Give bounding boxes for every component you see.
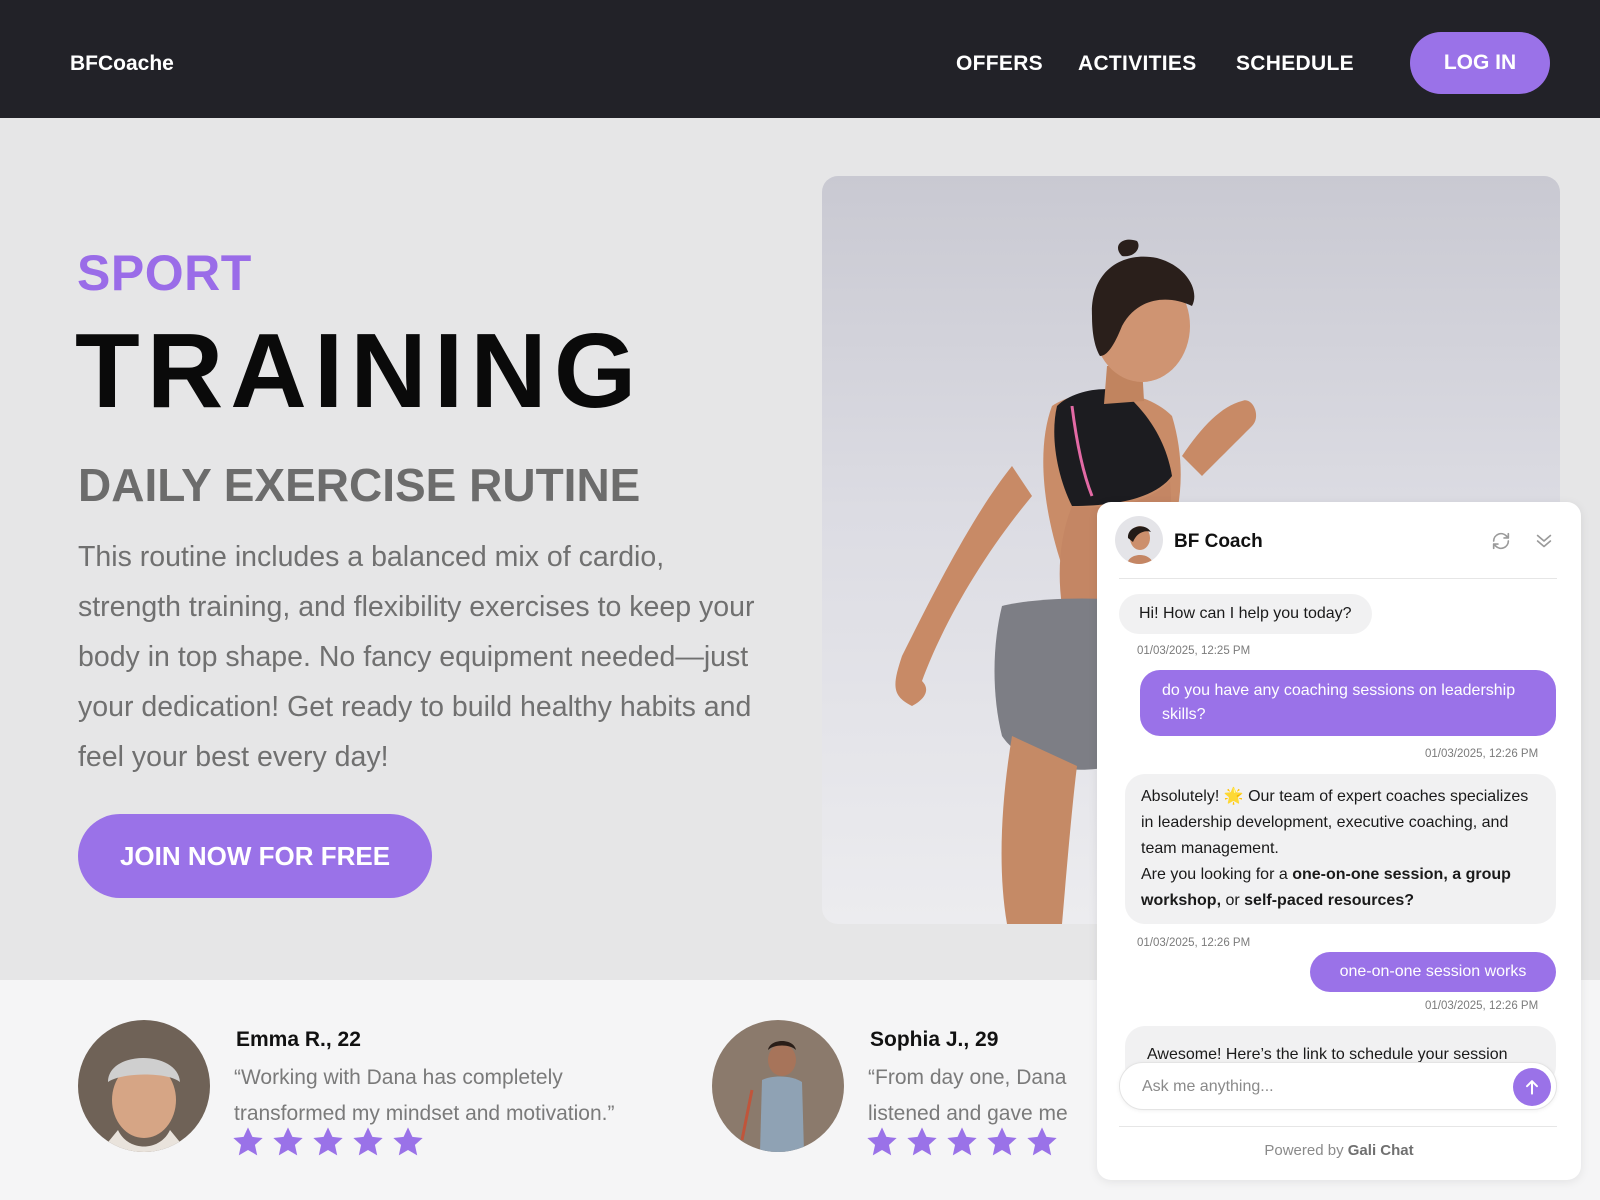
collapse-chevron-icon[interactable] — [1533, 530, 1555, 552]
bot-message-text: Are you looking for a — [1141, 866, 1293, 883]
user-message: one-on-one session works — [1310, 952, 1556, 992]
testimonial-name: Emma R., 22 — [236, 1028, 361, 1051]
join-now-button[interactable]: JOIN NOW FOR FREE — [78, 814, 432, 898]
hero-eyebrow: SPORT — [77, 245, 252, 301]
powered-brand-link[interactable]: Gali Chat — [1348, 1142, 1414, 1159]
chat-message-input[interactable] — [1142, 1075, 1502, 1099]
message-timestamp: 01/03/2025, 12:26 PM — [1425, 1000, 1539, 1012]
star-icon — [907, 1127, 937, 1156]
rating-stars — [232, 1126, 424, 1158]
star-icon — [1027, 1127, 1057, 1156]
hero-subhead: DAILY EXERCISE RUTINE — [78, 459, 641, 511]
star-icon — [987, 1127, 1017, 1156]
footer-divider — [1119, 1126, 1557, 1127]
bot-message-text: Absolutely! 🌟 Our team of expert coaches… — [1141, 788, 1529, 857]
rating-stars — [866, 1126, 1058, 1158]
bot-message: Hi! How can I help you today? — [1119, 594, 1372, 634]
nav-link-offers[interactable]: OFFERS — [956, 52, 1043, 76]
star-icon — [393, 1127, 423, 1156]
star-icon — [947, 1127, 977, 1156]
nav-link-activities[interactable]: ACTIVITIES — [1078, 52, 1197, 76]
message-timestamp: 01/03/2025, 12:25 PM — [1137, 645, 1251, 657]
hero-description: This routine includes a balanced mix of … — [78, 541, 755, 773]
testimonial-name: Sophia J., 29 — [870, 1028, 999, 1051]
login-button[interactable]: LOG IN — [1410, 32, 1550, 94]
testimonial-quote: “From day one, Dana listened and gave me… — [868, 1066, 1068, 1125]
powered-by: Powered by Gali Chat — [1097, 1142, 1581, 1159]
hero-headline: TRAINING — [75, 312, 644, 430]
refresh-icon[interactable] — [1490, 530, 1512, 552]
brand-logo[interactable]: BFCoache — [70, 52, 174, 76]
bot-message-text: or — [1221, 892, 1245, 909]
testimonial-avatar-emma — [78, 1020, 210, 1152]
star-icon — [233, 1127, 263, 1156]
star-icon — [313, 1127, 343, 1156]
chat-widget: BF Coach Hi! How can I help you today? 0… — [1097, 502, 1581, 1180]
option-self-paced: self-paced resources? — [1244, 892, 1414, 909]
send-button[interactable] — [1513, 1068, 1551, 1106]
star-icon — [867, 1127, 897, 1156]
nav-link-schedule[interactable]: SCHEDULE — [1236, 52, 1354, 76]
chat-header: BF Coach — [1097, 502, 1581, 578]
coach-avatar — [1115, 516, 1163, 564]
header-divider — [1119, 578, 1557, 579]
message-timestamp: 01/03/2025, 12:26 PM — [1137, 937, 1251, 949]
testimonial-quote: “Working with Dana has completely transf… — [234, 1066, 615, 1125]
message-timestamp: 01/03/2025, 12:26 PM — [1425, 748, 1539, 760]
powered-prefix: Powered by — [1264, 1142, 1348, 1159]
star-icon — [353, 1127, 383, 1156]
testimonial-avatar-sophia — [712, 1020, 844, 1152]
chat-title: BF Coach — [1174, 531, 1263, 552]
arrow-up-icon — [1526, 1080, 1538, 1095]
bot-message: Absolutely! 🌟 Our team of expert coaches… — [1125, 774, 1556, 924]
chat-input-box — [1119, 1062, 1557, 1110]
star-icon — [273, 1127, 303, 1156]
top-nav: BFCoache OFFERS ACTIVITIES SCHEDULE LOG … — [0, 0, 1600, 118]
user-message: do you have any coaching sessions on lea… — [1140, 670, 1556, 736]
